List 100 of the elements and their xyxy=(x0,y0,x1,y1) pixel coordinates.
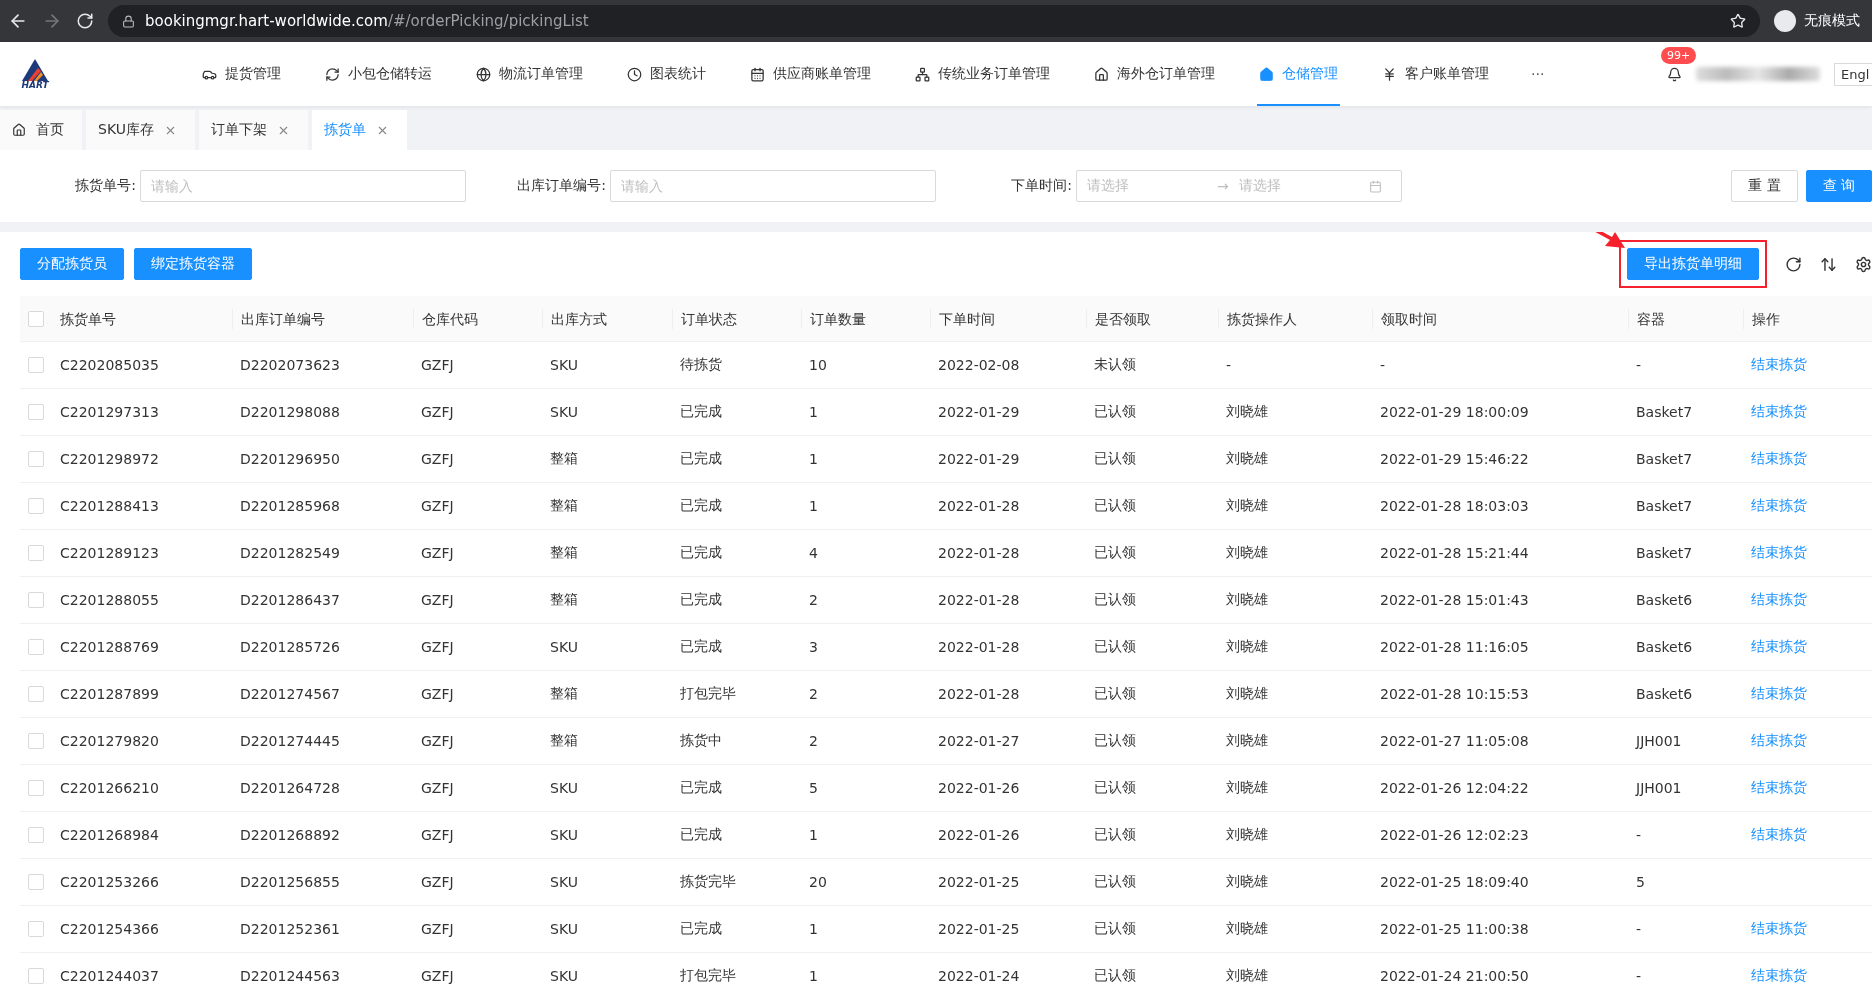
end-picking-link[interactable]: 结束拣货 xyxy=(1743,356,1872,374)
table-cell-text: 刘晓雄 xyxy=(1225,638,1269,656)
end-picking-link[interactable]: 结束拣货 xyxy=(1743,967,1872,985)
row-checkbox[interactable] xyxy=(28,639,44,655)
profile-avatar[interactable] xyxy=(1774,10,1796,32)
nav-item[interactable]: 提货管理 xyxy=(200,42,283,106)
table-cell-text: D2201264728 xyxy=(239,780,341,796)
date-range-field[interactable]: 请选择 → 请选择 xyxy=(1076,170,1402,202)
table-cell-text: GZFJ xyxy=(420,827,455,843)
star-icon[interactable] xyxy=(1730,13,1746,29)
end-picking-link[interactable]: 结束拣货 xyxy=(1743,732,1872,750)
row-height-icon[interactable] xyxy=(1820,255,1837,273)
end-picking-link[interactable]: 结束拣货 xyxy=(1743,403,1872,421)
row-checkbox[interactable] xyxy=(28,686,44,702)
table-cell-text: 打包完毕 xyxy=(679,967,737,985)
row-checkbox[interactable] xyxy=(28,451,44,467)
input-field[interactable]: 请输入 xyxy=(610,170,936,202)
column-header: 操作 xyxy=(1743,308,1872,329)
table-cell-text: 10 xyxy=(808,357,828,373)
table-cell-text: 1 xyxy=(808,968,819,984)
table-cell-text: Basket6 xyxy=(1635,639,1694,655)
nav-item[interactable]: 物流订单管理 xyxy=(474,42,585,106)
table-cell-text: 已完成 xyxy=(679,920,723,938)
table-cell-text: 刘晓雄 xyxy=(1225,450,1269,468)
row-checkbox[interactable] xyxy=(28,357,44,373)
nav-item[interactable]: 小包仓储转运 xyxy=(323,42,434,106)
page-tab[interactable]: 首页 xyxy=(0,110,82,150)
table-cell-text: 已认领 xyxy=(1093,826,1137,844)
profile-label: 无痕模式 xyxy=(1804,12,1860,30)
row-checkbox[interactable] xyxy=(28,545,44,561)
table-cell-text: 整箱 xyxy=(549,732,579,750)
table-cell-text: C2201298972 xyxy=(59,451,160,467)
table-cell-text: 4 xyxy=(808,545,819,561)
table-cell-text: SKU xyxy=(549,827,579,843)
nav-item[interactable]: 图表统计 xyxy=(625,42,708,106)
table-cell-text: C2201289123 xyxy=(59,545,160,561)
nav-item[interactable]: 传统业务订单管理 xyxy=(913,42,1052,106)
end-picking-link[interactable]: 结束拣货 xyxy=(1743,685,1872,703)
table-cell-text: 刘晓雄 xyxy=(1225,826,1269,844)
settings-icon[interactable] xyxy=(1855,255,1872,273)
nav-item[interactable]: 客户账单管理 xyxy=(1380,42,1491,106)
bell-icon[interactable] xyxy=(1667,66,1682,82)
search-button[interactable]: 查 询 xyxy=(1805,170,1872,202)
table-cell-text: SKU xyxy=(549,404,579,420)
column-header: 订单状态 xyxy=(672,308,801,329)
reset-button[interactable]: 重 置 xyxy=(1731,170,1798,202)
language-select[interactable]: Engl xyxy=(1834,62,1872,86)
table-cell-text: - xyxy=(1635,968,1643,984)
refresh-icon[interactable] xyxy=(1785,255,1802,273)
action-button[interactable]: 绑定拣货容器 xyxy=(134,248,252,280)
table-cell-text: GZFJ xyxy=(420,592,455,608)
input-field[interactable]: 请输入 xyxy=(140,170,466,202)
page-tab[interactable]: 订单下架 xyxy=(198,110,308,150)
end-picking-link[interactable]: 结束拣货 xyxy=(1743,591,1872,609)
table-cell-text: 5 xyxy=(808,780,819,796)
table-cell-text: - xyxy=(1379,357,1387,373)
page-tab[interactable]: 拣货单 xyxy=(311,110,407,150)
end-picking-link[interactable]: 结束拣货 xyxy=(1743,450,1872,468)
table-cell-text: 3 xyxy=(808,639,819,655)
table-cell-text: 2022-01-27 xyxy=(937,733,1021,749)
table-cell-text: Basket7 xyxy=(1635,545,1694,561)
table-cell-text: C2201268984 xyxy=(59,827,160,843)
table-cell-text: SKU xyxy=(549,874,579,890)
end-picking-link[interactable]: 结束拣货 xyxy=(1743,920,1872,938)
row-checkbox[interactable] xyxy=(28,874,44,890)
reload-icon[interactable] xyxy=(76,12,94,30)
table-cell-text: C2201279820 xyxy=(59,733,160,749)
row-checkbox[interactable] xyxy=(28,592,44,608)
action-button[interactable]: 分配拣货员 xyxy=(20,248,124,280)
row-checkbox[interactable] xyxy=(28,780,44,796)
row-checkbox[interactable] xyxy=(28,498,44,514)
url-text: bookingmgr.hart-worldwide.com/#/orderPicking/pickingList xyxy=(145,12,589,30)
table-cell-text: 打包完毕 xyxy=(679,685,737,703)
row-checkbox[interactable] xyxy=(28,827,44,843)
row-checkbox[interactable] xyxy=(28,733,44,749)
nav-item[interactable]: 海外仓订单管理 xyxy=(1092,42,1217,106)
table-cell-text: 已认领 xyxy=(1093,779,1137,797)
end-picking-link[interactable]: 结束拣货 xyxy=(1743,638,1872,656)
row-checkbox[interactable] xyxy=(28,968,44,984)
column-header: 是否领取 xyxy=(1086,308,1218,329)
row-checkbox[interactable] xyxy=(28,921,44,937)
more-menu[interactable]: ··· xyxy=(1531,42,1545,106)
table-cell-text: C2201297313 xyxy=(59,404,160,420)
end-picking-link[interactable]: 结束拣货 xyxy=(1743,779,1872,797)
address-bar[interactable]: bookingmgr.hart-worldwide.com/#/orderPicking/pickingList xyxy=(108,5,1760,37)
row-checkbox[interactable] xyxy=(28,404,44,420)
end-picking-link[interactable]: 结束拣货 xyxy=(1743,826,1872,844)
table-cell-text: 1 xyxy=(808,451,819,467)
export-button[interactable]: 导出拣货单明细 xyxy=(1627,248,1759,280)
page-tab[interactable]: SKU库存 xyxy=(86,110,195,150)
select-all-checkbox[interactable] xyxy=(28,310,44,327)
end-picking-link[interactable]: 结束拣货 xyxy=(1743,544,1872,562)
nav-item[interactable]: 供应商账单管理 xyxy=(748,42,873,106)
table-cell-text: 已完成 xyxy=(679,779,723,797)
clock-icon xyxy=(627,66,642,82)
table-cell-text: 2022-01-28 xyxy=(937,639,1021,655)
end-picking-link[interactable]: 结束拣货 xyxy=(1743,497,1872,515)
table-cell-text: 未认领 xyxy=(1093,356,1137,374)
table-cell-text: 已完成 xyxy=(679,544,723,562)
table-cell-text: 2022-01-28 15:01:43 xyxy=(1379,592,1530,608)
